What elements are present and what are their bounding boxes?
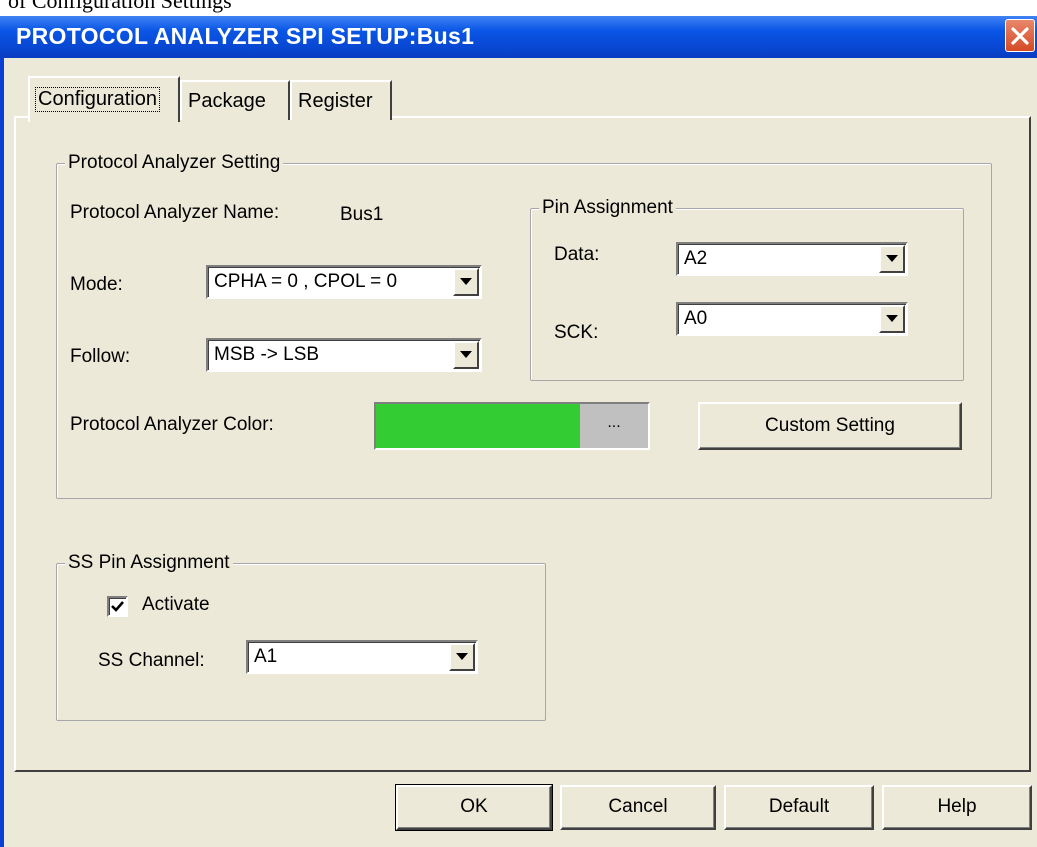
- mode-value: CPHA = 0 , CPOL = 0: [214, 271, 398, 292]
- follow-value: MSB -> LSB: [214, 344, 320, 365]
- cancel-button[interactable]: Cancel: [560, 785, 716, 830]
- window-title: PROTOCOL ANALYZER SPI SETUP:Bus1: [16, 23, 475, 49]
- checkmark-icon: [111, 601, 124, 612]
- tab-configuration-label: Configuration: [35, 87, 160, 112]
- tab-package-label: Package: [188, 90, 266, 112]
- data-pin-dropdown-button[interactable]: [879, 245, 905, 273]
- data-pin-value: A2: [684, 248, 708, 269]
- sck-pin-select[interactable]: A0: [676, 302, 908, 336]
- ss-channel-select[interactable]: A1: [246, 640, 478, 674]
- sck-pin-value: A0: [684, 308, 708, 329]
- help-button[interactable]: Help: [882, 785, 1032, 830]
- follow-select[interactable]: MSB -> LSB: [206, 338, 482, 372]
- ss-channel-dropdown-button[interactable]: [449, 643, 475, 671]
- data-pin-label: Data:: [554, 244, 600, 265]
- ss-channel-value: A1: [254, 646, 278, 667]
- analyzer-color-picker[interactable]: ...: [374, 402, 650, 450]
- analyzer-name-label: Protocol Analyzer Name:: [70, 202, 280, 223]
- ok-button[interactable]: OK: [395, 784, 553, 831]
- activate-label: Activate: [142, 594, 210, 615]
- ss-channel-label: SS Channel:: [98, 650, 205, 671]
- tab-register-label: Register: [298, 90, 373, 112]
- follow-dropdown-button[interactable]: [453, 341, 479, 369]
- analyzer-name-value: Bus1: [340, 204, 384, 225]
- mode-label: Mode:: [70, 274, 123, 295]
- custom-setting-button[interactable]: Custom Setting: [698, 402, 962, 450]
- mode-dropdown-button[interactable]: [453, 268, 479, 296]
- close-button[interactable]: [1005, 19, 1035, 52]
- tab-register[interactable]: Register: [290, 80, 392, 120]
- pin-assignment-group: Pin Assignment: [530, 197, 964, 381]
- sck-pin-label: SCK:: [554, 322, 599, 343]
- title-bar: PROTOCOL ANALYZER SPI SETUP:Bus1: [0, 16, 1037, 58]
- mode-select[interactable]: CPHA = 0 , CPOL = 0: [206, 265, 482, 299]
- chevron-down-icon: [886, 255, 898, 262]
- background-text: of Configuration Settings: [8, 0, 232, 13]
- protocol-analyzer-setting-title: Protocol Analyzer Setting: [65, 152, 284, 174]
- close-icon: [1011, 27, 1029, 45]
- ss-pin-assignment-title: SS Pin Assignment: [65, 552, 233, 574]
- chevron-down-icon: [886, 315, 898, 322]
- follow-label: Follow:: [70, 346, 131, 367]
- sck-pin-dropdown-button[interactable]: [879, 305, 905, 333]
- color-browse-button[interactable]: ...: [580, 404, 648, 448]
- tab-package[interactable]: Package: [180, 80, 290, 120]
- chevron-down-icon: [460, 351, 472, 358]
- pin-assignment-title: Pin Assignment: [539, 197, 676, 219]
- dialog-client-area: Configuration Package Register Protocol …: [4, 58, 1037, 847]
- chevron-down-icon: [456, 653, 468, 660]
- dialog-window: PROTOCOL ANALYZER SPI SETUP:Bus1 Configu…: [0, 16, 1037, 847]
- color-swatch[interactable]: [376, 404, 580, 448]
- tab-configuration[interactable]: Configuration: [28, 76, 180, 122]
- background-document-strip: of Configuration Settings: [0, 0, 1037, 16]
- activate-checkbox[interactable]: [107, 596, 128, 617]
- analyzer-color-label: Protocol Analyzer Color:: [70, 414, 274, 435]
- data-pin-select[interactable]: A2: [676, 242, 908, 276]
- chevron-down-icon: [460, 278, 472, 285]
- default-button[interactable]: Default: [724, 785, 874, 830]
